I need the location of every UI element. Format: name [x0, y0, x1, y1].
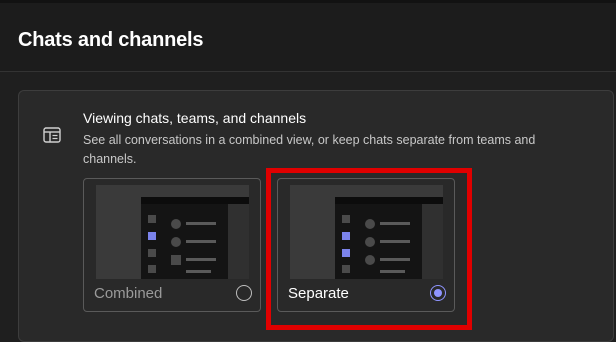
combined-option[interactable]: Combined [83, 178, 261, 312]
combined-radio[interactable] [236, 285, 252, 301]
layout-icon [43, 127, 61, 143]
card-heading: Viewing chats, teams, and channels [83, 110, 307, 126]
combined-option-label: Combined [94, 285, 163, 302]
combined-preview-image [96, 185, 249, 279]
card-description: See all conversations in a combined view… [83, 133, 536, 166]
page-title: Chats and channels [18, 29, 204, 51]
section-header: Chats and channels [0, 3, 616, 72]
highlight-box [266, 168, 472, 330]
